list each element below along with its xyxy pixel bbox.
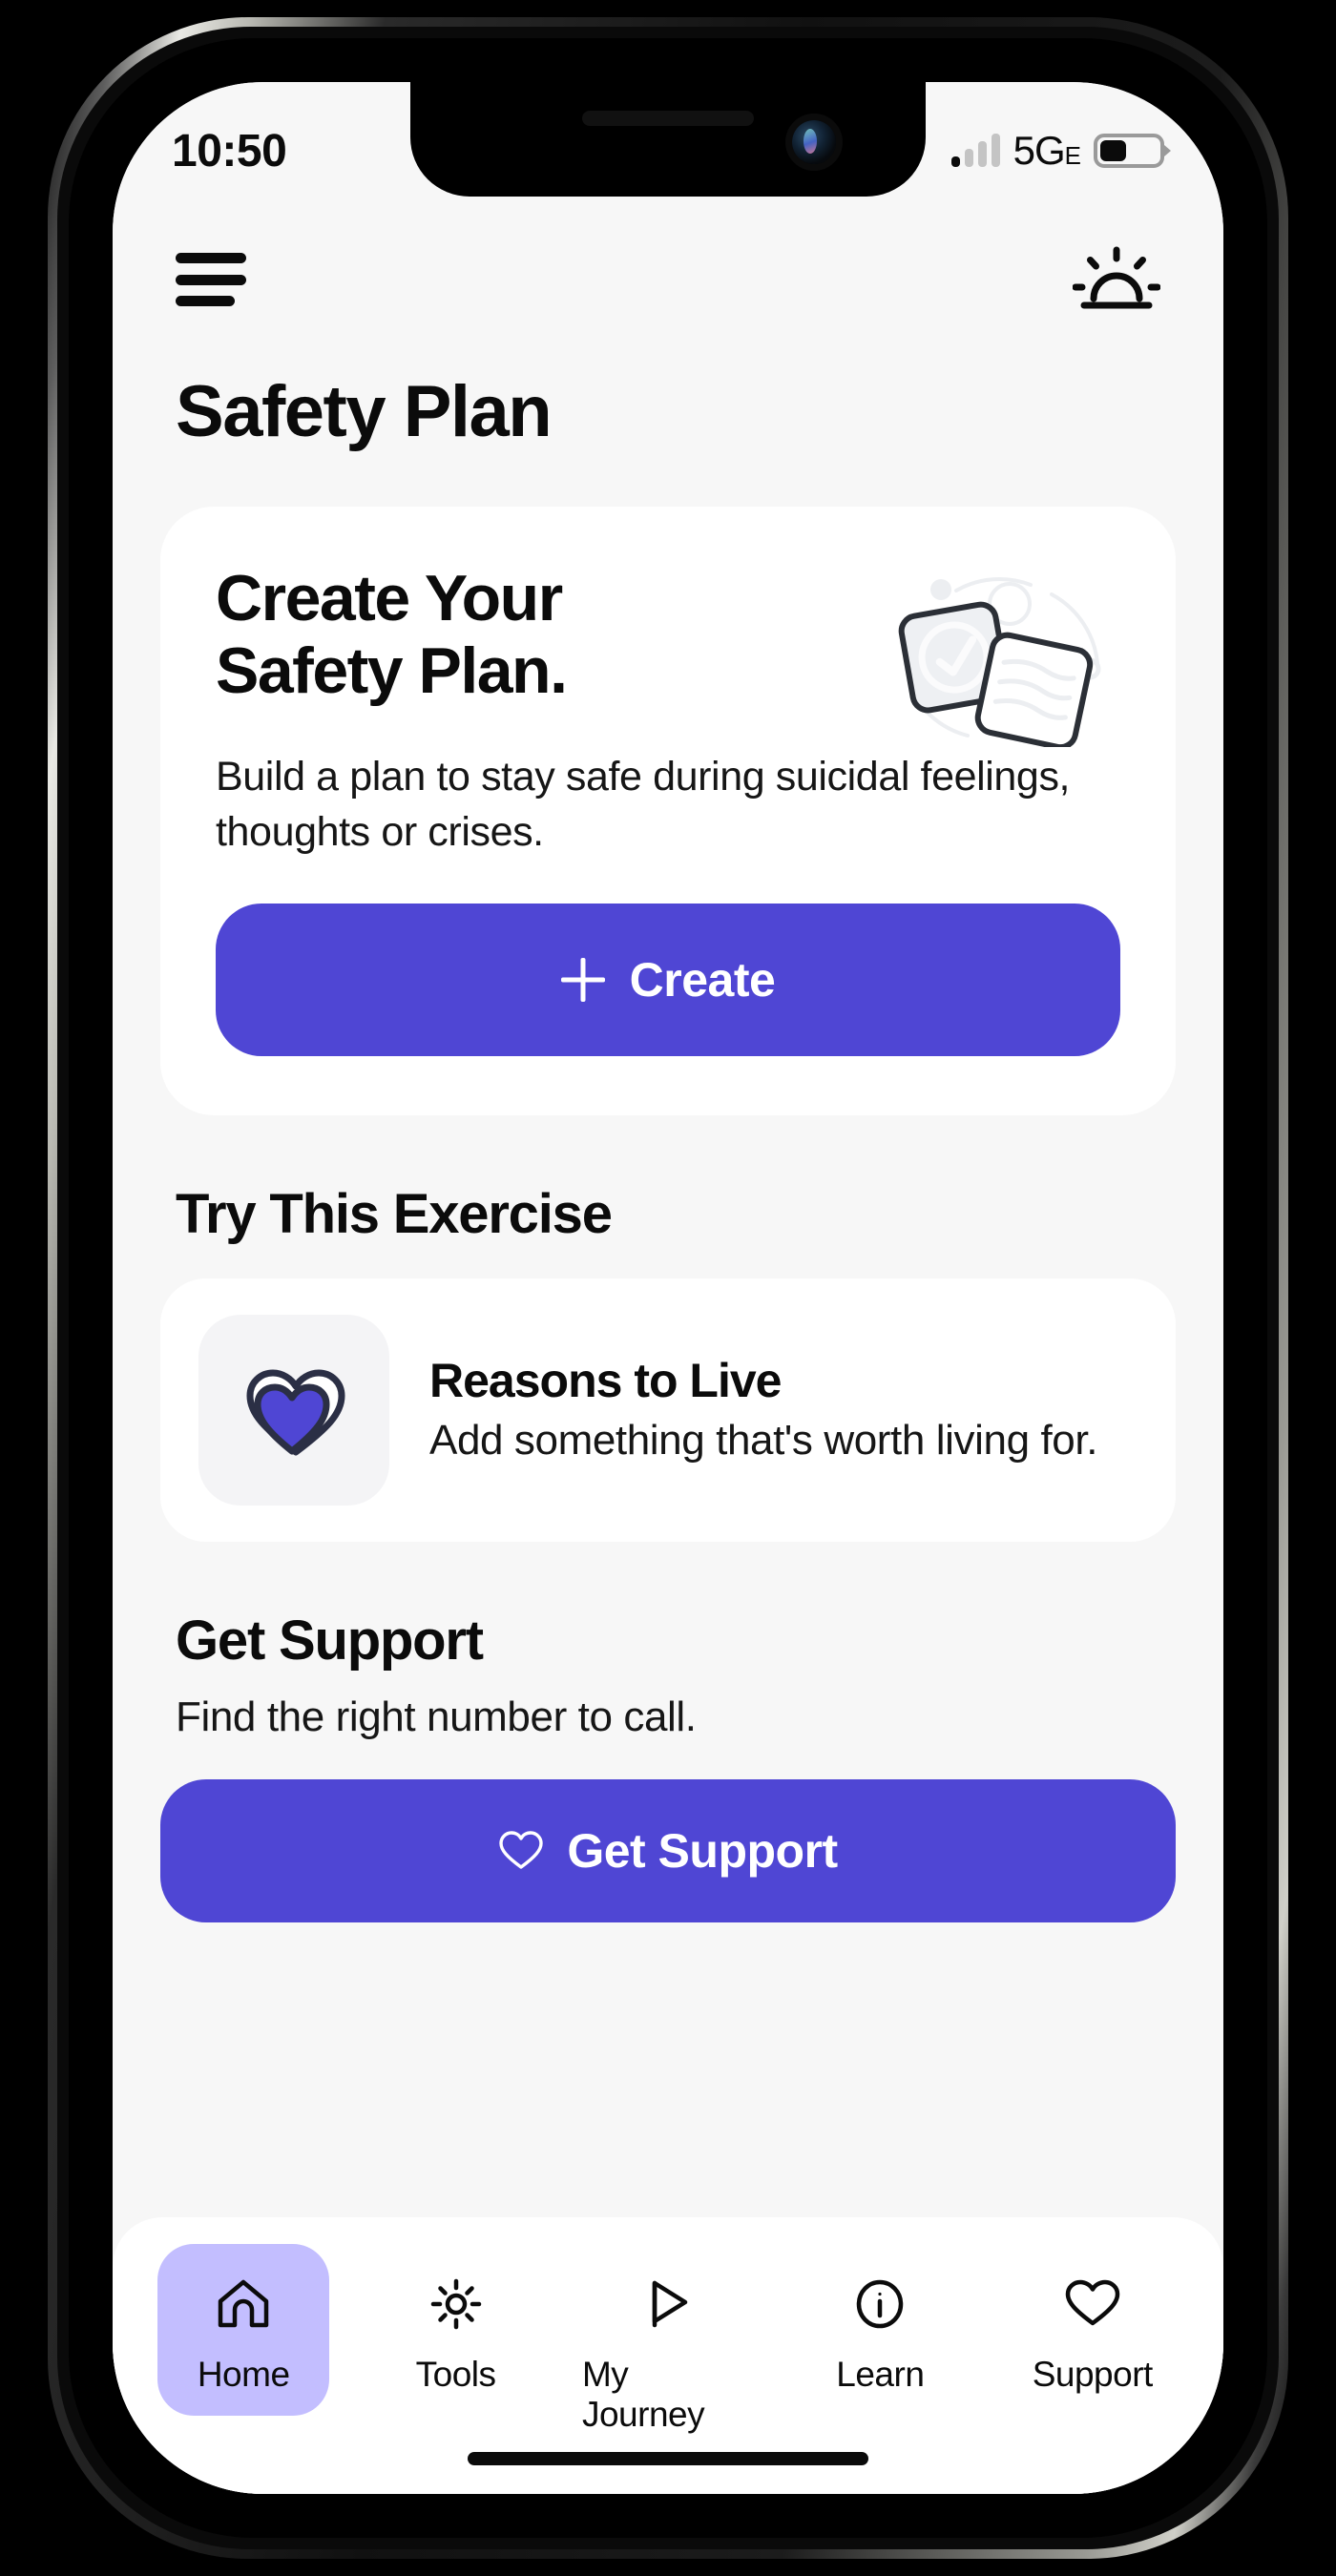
scroll-area[interactable]: Create Your Safety Plan. Build a plan to… — [113, 453, 1223, 2494]
tab-tools-label: Tools — [415, 2355, 496, 2394]
support-section-title: Get Support — [176, 1610, 484, 1672]
support-section-subtitle: Find the right number to call. — [176, 1693, 697, 1741]
sunrise-icon[interactable] — [1072, 245, 1161, 314]
home-icon — [213, 2269, 274, 2339]
heart-outline-icon — [1062, 2269, 1123, 2339]
create-button[interactable]: Create — [216, 904, 1120, 1057]
tab-support-label: Support — [1032, 2355, 1154, 2394]
card-heading-line1: Create Your — [216, 562, 563, 634]
hamburger-menu-icon[interactable] — [176, 253, 246, 306]
battery-fill — [1100, 140, 1126, 161]
exercise-card-text: Reasons to Live Add something that's wor… — [429, 1353, 1138, 1467]
tab-my-journey-label: My Journey — [581, 2355, 705, 2434]
phone-bezel: 10:50 5GE Safety Plan Create Your Safety… — [69, 38, 1267, 2538]
card-body-text: Build a plan to stay safe during suicida… — [216, 754, 1071, 856]
get-support-button-label: Get Support — [567, 1824, 838, 1879]
sun-brightness-icon — [426, 2269, 487, 2339]
front-camera — [792, 120, 836, 164]
display-notch — [410, 82, 926, 197]
card-heading-line2: Safety Plan. — [216, 634, 568, 708]
get-support-button[interactable]: Get Support — [160, 1779, 1176, 1923]
tab-learn[interactable]: Learn — [794, 2244, 966, 2416]
page-title: Safety Plan — [176, 371, 553, 452]
status-bar-indicators: 5GE — [950, 105, 1164, 174]
two-tilted-note-cards-illustration — [865, 556, 1122, 751]
battery-icon — [1094, 134, 1164, 168]
tab-support[interactable]: Support — [1007, 2244, 1179, 2416]
network-type-suffix: E — [1064, 141, 1081, 170]
heart-outline-icon — [499, 1831, 544, 1870]
app-bar — [113, 227, 1223, 332]
cellular-signal-icon — [950, 134, 1000, 167]
exercise-card-description: Add something that's worth living for. — [429, 1417, 1098, 1465]
double-heart-icon — [198, 1315, 389, 1506]
tab-home-label: Home — [197, 2355, 290, 2394]
tab-tools[interactable]: Tools — [370, 2244, 542, 2416]
create-safety-plan-card: Create Your Safety Plan. Build a plan to… — [160, 507, 1176, 1116]
network-type-label: 5GE — [1012, 128, 1081, 174]
screenshot-stage: 10:50 5GE Safety Plan Create Your Safety… — [0, 0, 1336, 2576]
status-bar-time: 10:50 — [172, 125, 287, 177]
tab-my-journey[interactable]: My Journey — [582, 2244, 754, 2456]
phone-device: 10:50 5GE Safety Plan Create Your Safety… — [48, 17, 1288, 2559]
home-indicator — [468, 2452, 868, 2465]
exercise-card-reasons-to-live[interactable]: Reasons to Live Add something that's wor… — [160, 1278, 1176, 1543]
network-type-text: 5G — [1012, 128, 1066, 173]
exercise-card-title: Reasons to Live — [429, 1354, 782, 1408]
plus-icon — [561, 958, 605, 1002]
card-heading: Create Your Safety Plan. — [216, 562, 807, 707]
phone-screen: 10:50 5GE Safety Plan Create Your Safety… — [113, 82, 1223, 2494]
create-button-label: Create — [629, 953, 776, 1008]
earpiece-speaker — [582, 111, 754, 126]
app-content: Safety Plan Create Your Safety Plan. Bui… — [113, 82, 1223, 2494]
flag-pennant-icon — [637, 2269, 699, 2339]
tab-home[interactable]: Home — [157, 2244, 330, 2416]
exercise-section-title: Try This Exercise — [176, 1183, 613, 1246]
tab-learn-label: Learn — [836, 2355, 925, 2394]
info-circle-icon — [849, 2269, 910, 2339]
